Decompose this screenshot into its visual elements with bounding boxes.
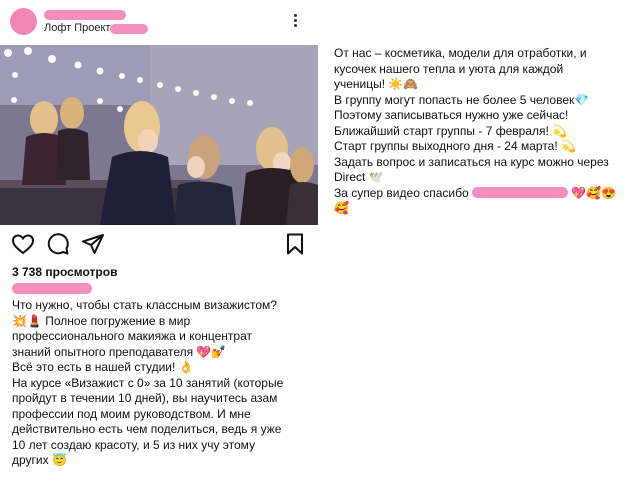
description-line: Direct 🕊️ — [334, 170, 384, 184]
post-caption: Что нужно, чтобы стать классным визажист… — [12, 298, 312, 469]
description-line: В группу могут попасть не более 5 челове… — [334, 92, 590, 107]
caption-line: Что нужно, чтобы стать классным визажист… — [12, 298, 277, 312]
description-line: Задать вопрос и записаться на курс можно… — [334, 154, 609, 169]
views-count[interactable]: 3 738 просмотров — [12, 265, 117, 279]
description-line: Старт группы выходного дня - 24 марта! 💫 — [334, 139, 576, 153]
avatar[interactable] — [10, 8, 37, 35]
redacted-caption-username — [12, 283, 92, 294]
thanks-prefix: За супер видео спасибо — [334, 185, 469, 200]
post-header: Лофт Проект — [0, 0, 318, 45]
location-label[interactable]: Лофт Проект — [44, 22, 110, 34]
caption-line: 💥💄 Полное погружение в мир — [12, 313, 191, 328]
caption-line: знаний опытного преподавателя 💖💅 — [12, 344, 227, 359]
caption-line: других 😇 — [12, 453, 67, 467]
redacted-location — [110, 24, 148, 34]
bookmark-icon[interactable] — [283, 232, 307, 256]
description-line: ученицы! ☀️🙈 — [334, 77, 419, 91]
caption-line: На курсе «Визажист с 0» за 10 занятий (к… — [12, 375, 284, 390]
description-line: кусочек нашего тепла и уюта для каждой — [334, 61, 564, 76]
comment-icon[interactable] — [46, 232, 70, 256]
share-icon[interactable] — [81, 232, 105, 256]
post-panel: Лофт Проект 3 738 просмотров Что нужно, … — [0, 0, 318, 480]
redacted-username — [44, 10, 126, 20]
caption-line: Всё это есть в нашей студии! 👌 — [12, 360, 194, 374]
post-description: От нас – косметика, модели для отработки… — [334, 46, 630, 217]
thanks-suffix: 💖🥰😍 — [571, 185, 617, 200]
description-line: От нас – косметика, модели для отработки… — [334, 46, 587, 60]
caption-line: профессии под моим руководством. И мне — [12, 406, 251, 421]
redacted-mention[interactable] — [471, 186, 568, 198]
heart-icon[interactable] — [11, 232, 35, 256]
caption-line: профессионального макияжа и концентрат — [12, 329, 252, 343]
caption-line: действительно есть чем поделиться, ведь … — [12, 422, 282, 436]
thanks-line: За супер видео спасибо 💖🥰😍 — [334, 186, 630, 202]
post-actions — [0, 228, 318, 262]
caption-line: 10 лет создаю красоту, и 5 из них учу эт… — [12, 437, 256, 452]
more-vertical-icon[interactable] — [290, 12, 300, 32]
caption-line: пройдут в течении 10 дней), вы научитесь… — [12, 391, 278, 405]
post-video[interactable] — [0, 45, 318, 225]
salon-scene-image — [0, 45, 318, 225]
description-line: Ближайший старт группы - 7 февраля! 💫 — [334, 123, 568, 138]
description-line: 🥰 — [334, 201, 349, 215]
description-line: Поэтому записываться нужно уже сейчас! — [334, 108, 569, 122]
